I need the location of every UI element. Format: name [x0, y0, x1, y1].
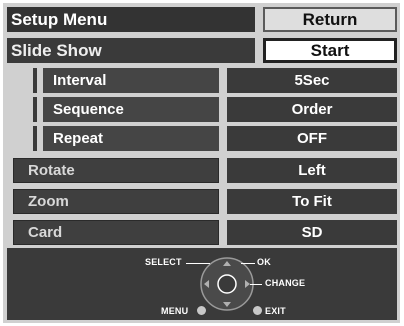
select-leader-line: [186, 263, 210, 264]
navigation-legend: SELECT OK CHANGE MENU EXIT: [7, 248, 397, 320]
sequence-label: Sequence: [43, 97, 219, 122]
card-value[interactable]: SD: [227, 220, 397, 245]
page-title: Setup Menu: [7, 7, 255, 32]
exit-legend: EXIT: [265, 306, 286, 316]
ok-leader-line: [241, 263, 255, 264]
card-label: Card: [13, 220, 219, 245]
repeat-row[interactable]: Repeat OFF: [7, 126, 397, 151]
repeat-value[interactable]: OFF: [227, 126, 397, 151]
menu-button-icon: [197, 306, 206, 315]
setup-menu-screen: Setup Menu Return Slide Show Start Inter…: [3, 3, 400, 323]
rotate-row[interactable]: Rotate Left: [7, 158, 397, 183]
ok-legend: OK: [257, 257, 271, 267]
exit-button-icon: [253, 306, 262, 315]
change-leader-line: [250, 284, 262, 285]
menu-legend: MENU: [161, 306, 189, 316]
zoom-label: Zoom: [13, 189, 219, 214]
interval-label: Interval: [43, 68, 219, 93]
navigation-pad-icon: [200, 257, 254, 311]
indent-marker: [33, 97, 37, 122]
card-row[interactable]: Card SD: [7, 220, 397, 245]
sequence-row[interactable]: Sequence Order: [7, 97, 397, 122]
zoom-row[interactable]: Zoom To Fit: [7, 189, 397, 214]
start-button[interactable]: Start: [263, 38, 397, 63]
zoom-value[interactable]: To Fit: [227, 189, 397, 214]
select-legend: SELECT: [145, 257, 182, 267]
change-legend: CHANGE: [265, 278, 306, 288]
slideshow-row[interactable]: Slide Show Start: [7, 38, 397, 63]
repeat-label: Repeat: [43, 126, 219, 151]
indent-marker: [33, 68, 37, 93]
indent-marker: [33, 126, 37, 151]
rotate-label: Rotate: [13, 158, 219, 183]
interval-value[interactable]: 5Sec: [227, 68, 397, 93]
sequence-value[interactable]: Order: [227, 97, 397, 122]
interval-row[interactable]: Interval 5Sec: [7, 68, 397, 93]
return-button[interactable]: Return: [263, 7, 397, 32]
menu-header: Setup Menu Return: [7, 7, 397, 32]
slideshow-label: Slide Show: [7, 38, 255, 63]
rotate-value[interactable]: Left: [227, 158, 397, 183]
